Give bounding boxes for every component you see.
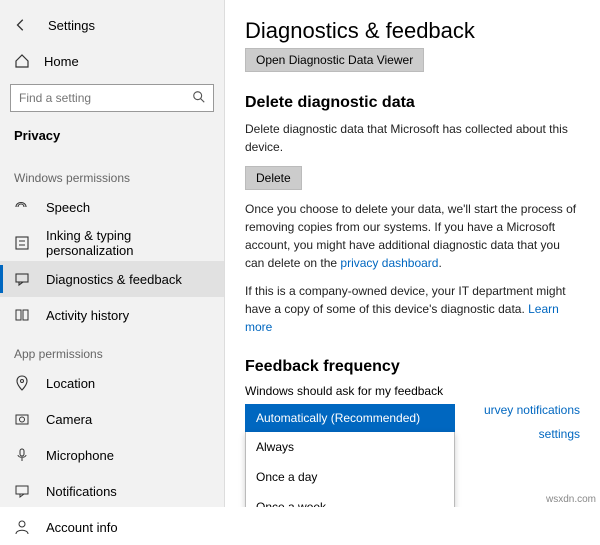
sidebar-item-label: Location bbox=[46, 376, 95, 391]
inking-icon bbox=[14, 235, 30, 251]
sidebar-item-label: Speech bbox=[46, 200, 90, 215]
sidebar-item-label: Diagnostics & feedback bbox=[46, 272, 182, 287]
attribution: wsxdn.com bbox=[546, 494, 596, 505]
home-icon bbox=[14, 53, 30, 69]
account-icon bbox=[14, 519, 30, 535]
para-text: If this is a company-owned device, your … bbox=[245, 284, 566, 316]
privacy-dashboard-link[interactable]: privacy dashboard bbox=[340, 256, 438, 270]
search-box[interactable] bbox=[10, 84, 214, 112]
dropdown-option[interactable]: Once a week bbox=[246, 492, 454, 507]
sidebar-item-location[interactable]: Location bbox=[0, 365, 224, 401]
microphone-icon bbox=[14, 447, 30, 463]
dropdown-selected[interactable]: Automatically (Recommended) bbox=[245, 404, 455, 432]
sidebar-item-activity[interactable]: Activity history bbox=[0, 297, 224, 333]
peek-links: urvey notifications settings bbox=[484, 398, 580, 446]
delete-button[interactable]: Delete bbox=[245, 166, 302, 190]
group-app-permissions: App permissions bbox=[0, 333, 224, 365]
dropdown-menu: Always Once a day Once a week Never bbox=[245, 432, 455, 507]
title-bar: Settings bbox=[0, 8, 224, 42]
home-nav[interactable]: Home bbox=[0, 44, 224, 78]
delete-explain-para: Once you choose to delete your data, we'… bbox=[245, 200, 580, 272]
feedback-heading: Feedback frequency bbox=[245, 358, 580, 376]
delete-heading: Delete diagnostic data bbox=[245, 94, 580, 112]
dropdown-option[interactable]: Once a day bbox=[246, 462, 454, 492]
back-icon[interactable] bbox=[14, 18, 28, 32]
sidebar-item-speech[interactable]: Speech bbox=[0, 189, 224, 225]
speech-icon bbox=[14, 199, 30, 215]
sidebar-item-camera[interactable]: Camera bbox=[0, 401, 224, 437]
delete-description: Delete diagnostic data that Microsoft ha… bbox=[245, 120, 580, 156]
location-icon bbox=[14, 375, 30, 391]
para-text: . bbox=[438, 256, 441, 270]
sidebar-item-account[interactable]: Account info bbox=[0, 509, 224, 545]
page-title: Diagnostics & feedback bbox=[245, 18, 580, 44]
notifications-icon bbox=[14, 483, 30, 499]
survey-notifications-link[interactable]: urvey notifications bbox=[484, 403, 580, 417]
app-title: Settings bbox=[48, 18, 95, 33]
settings-link[interactable]: settings bbox=[539, 427, 580, 441]
sidebar-item-inking[interactable]: Inking & typing personalization bbox=[0, 225, 224, 261]
sidebar-item-label: Camera bbox=[46, 412, 92, 427]
sidebar-item-label: Inking & typing personalization bbox=[46, 228, 210, 258]
activity-icon bbox=[14, 307, 30, 323]
feedback-icon bbox=[14, 271, 30, 287]
sidebar-item-label: Account info bbox=[46, 520, 118, 535]
main-content: Diagnostics & feedback Open Diagnostic D… bbox=[225, 0, 600, 507]
sidebar-item-label: Notifications bbox=[46, 484, 117, 499]
feedback-field-label: Windows should ask for my feedback bbox=[245, 384, 580, 398]
current-category: Privacy bbox=[0, 122, 224, 157]
sidebar: Settings Home Privacy Windows permission… bbox=[0, 0, 225, 507]
search-input[interactable] bbox=[10, 84, 214, 112]
home-label: Home bbox=[44, 54, 79, 69]
company-device-para: If this is a company-owned device, your … bbox=[245, 282, 580, 336]
sidebar-item-microphone[interactable]: Microphone bbox=[0, 437, 224, 473]
group-windows-permissions: Windows permissions bbox=[0, 157, 224, 189]
camera-icon bbox=[14, 411, 30, 427]
feedback-frequency-dropdown[interactable]: Automatically (Recommended) Always Once … bbox=[245, 404, 455, 432]
sidebar-item-label: Microphone bbox=[46, 448, 114, 463]
dropdown-option[interactable]: Always bbox=[246, 432, 454, 462]
open-diagnostic-viewer-button[interactable]: Open Diagnostic Data Viewer bbox=[245, 48, 424, 72]
sidebar-item-label: Activity history bbox=[46, 308, 129, 323]
sidebar-item-notifications[interactable]: Notifications bbox=[0, 473, 224, 509]
search-icon bbox=[192, 90, 206, 104]
sidebar-item-diagnostics[interactable]: Diagnostics & feedback bbox=[0, 261, 224, 297]
